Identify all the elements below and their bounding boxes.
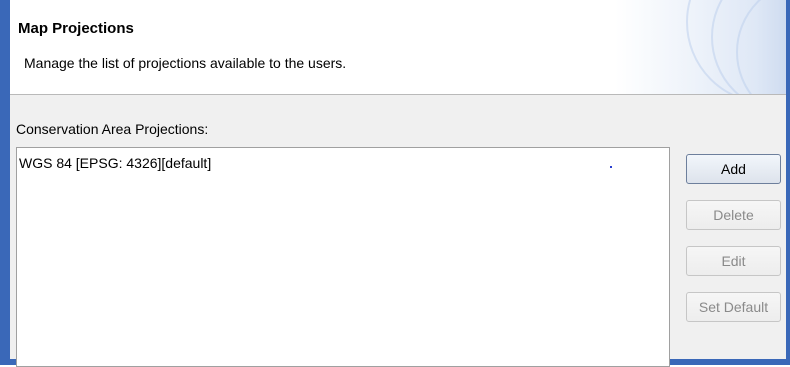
dialog-header: Map Projections Manage the list of proje… bbox=[10, 0, 786, 95]
add-button[interactable]: Add bbox=[686, 154, 781, 184]
projections-list[interactable]: WGS 84 [EPSG: 4326][default] bbox=[16, 147, 670, 367]
header-banner-graphic bbox=[666, 0, 786, 94]
dialog-window: Map Projections Manage the list of proje… bbox=[0, 0, 790, 367]
edit-button[interactable]: Edit bbox=[686, 246, 781, 276]
page-description: Manage the list of projections available… bbox=[24, 55, 347, 71]
list-item[interactable]: WGS 84 [EPSG: 4326][default] bbox=[19, 155, 211, 171]
stray-dot bbox=[610, 166, 612, 168]
delete-button[interactable]: Delete bbox=[686, 200, 781, 230]
projections-group-label: Conservation Area Projections: bbox=[16, 121, 209, 137]
set-default-button[interactable]: Set Default bbox=[686, 292, 781, 322]
page-title: Map Projections bbox=[18, 20, 134, 37]
